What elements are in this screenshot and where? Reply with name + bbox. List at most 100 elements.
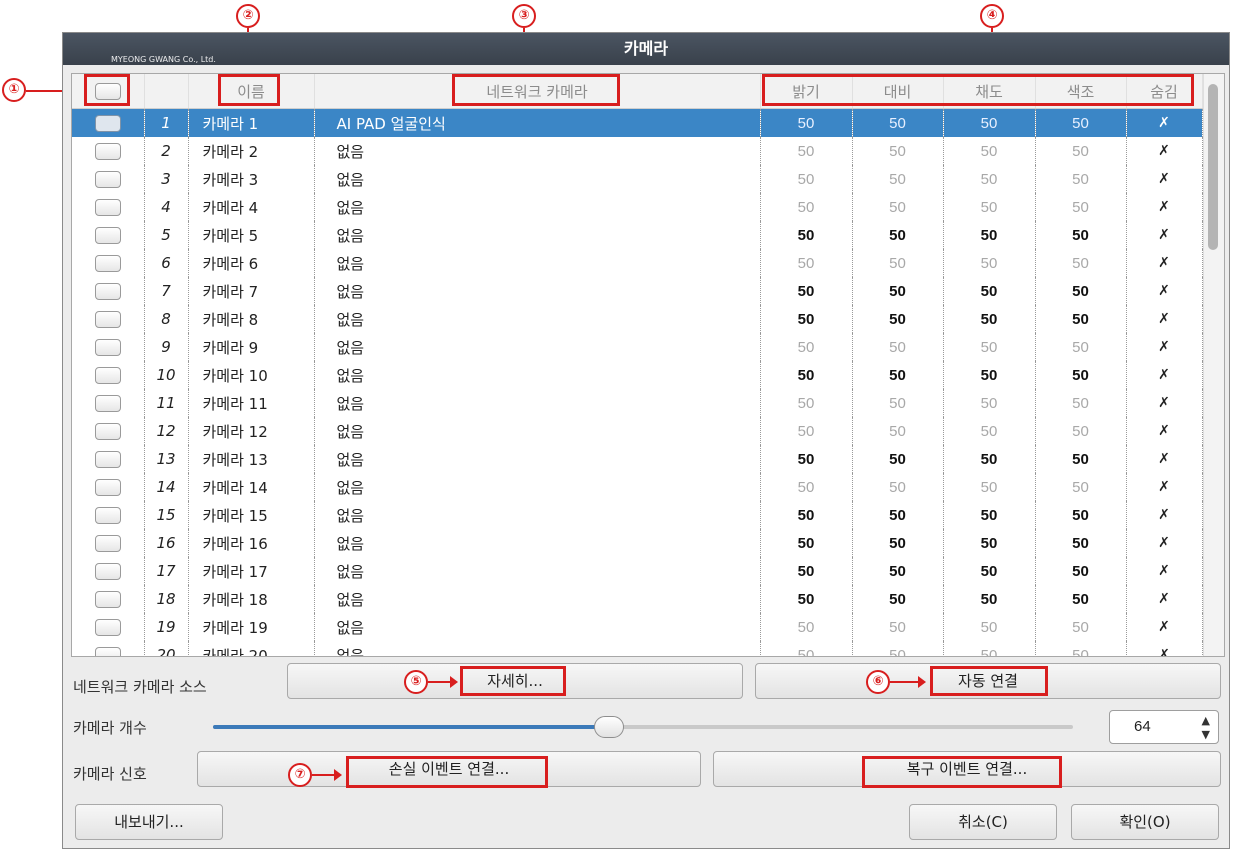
- row-checkbox-cell[interactable]: [72, 361, 145, 389]
- network-camera[interactable]: 없음: [314, 221, 761, 249]
- network-camera[interactable]: 없음: [314, 445, 761, 473]
- camera-count-slider-handle[interactable]: [594, 716, 624, 738]
- row-checkbox[interactable]: [94, 619, 121, 636]
- network-camera[interactable]: 없음: [314, 165, 761, 193]
- hidden-toggle-icon[interactable]: ✗: [1126, 501, 1203, 529]
- network-camera[interactable]: 없음: [314, 501, 761, 529]
- hue-value[interactable]: 50: [1035, 277, 1127, 305]
- camera-name[interactable]: 카메라 8: [188, 305, 315, 333]
- network-camera[interactable]: 없음: [314, 277, 761, 305]
- hidden-toggle-icon[interactable]: ✗: [1126, 165, 1203, 193]
- row-checkbox[interactable]: [94, 115, 121, 132]
- table-row[interactable]: 5 카메라 5 없음 50 50 50 50 ✗: [72, 221, 1203, 249]
- contrast-value[interactable]: 50: [852, 137, 944, 165]
- camera-name[interactable]: 카메라 16: [188, 529, 315, 557]
- restore-event-button[interactable]: 복구 이벤트 연결...: [713, 751, 1221, 787]
- row-checkbox[interactable]: [94, 507, 121, 524]
- table-row[interactable]: 16 카메라 16 없음 50 50 50 50 ✗: [72, 529, 1203, 557]
- hue-value[interactable]: 50: [1035, 613, 1127, 641]
- saturation-value[interactable]: 50: [943, 305, 1036, 333]
- hue-value[interactable]: 50: [1035, 221, 1127, 249]
- table-row[interactable]: 9 카메라 9 없음 50 50 50 50 ✗: [72, 333, 1203, 361]
- hue-value[interactable]: 50: [1035, 641, 1127, 656]
- hue-value[interactable]: 50: [1035, 473, 1127, 501]
- row-checkbox[interactable]: [94, 395, 121, 412]
- saturation-value[interactable]: 50: [943, 641, 1036, 656]
- row-checkbox[interactable]: [94, 647, 121, 656]
- table-row[interactable]: 13 카메라 13 없음 50 50 50 50 ✗: [72, 445, 1203, 473]
- camera-name[interactable]: 카메라 3: [188, 165, 315, 193]
- hidden-toggle-icon[interactable]: ✗: [1126, 641, 1203, 656]
- hidden-toggle-icon[interactable]: ✗: [1126, 417, 1203, 445]
- table-row[interactable]: 19 카메라 19 없음 50 50 50 50 ✗: [72, 613, 1203, 641]
- saturation-value[interactable]: 50: [943, 389, 1036, 417]
- network-camera[interactable]: 없음: [314, 361, 761, 389]
- cancel-button[interactable]: 취소(C): [909, 804, 1057, 840]
- hue-value[interactable]: 50: [1035, 417, 1127, 445]
- saturation-value[interactable]: 50: [943, 417, 1036, 445]
- hue-value[interactable]: 50: [1035, 445, 1127, 473]
- hue-value[interactable]: 50: [1035, 557, 1127, 585]
- brightness-value[interactable]: 50: [760, 557, 853, 585]
- network-camera[interactable]: 없음: [314, 137, 761, 165]
- hidden-toggle-icon[interactable]: ✗: [1126, 361, 1203, 389]
- hue-value[interactable]: 50: [1035, 361, 1127, 389]
- brightness-value[interactable]: 50: [760, 108, 853, 137]
- camera-name[interactable]: 카메라 5: [188, 221, 315, 249]
- brightness-value[interactable]: 50: [760, 641, 853, 656]
- row-checkbox-cell[interactable]: [72, 585, 145, 613]
- loss-event-button[interactable]: 손실 이벤트 연결...: [197, 751, 701, 787]
- network-camera[interactable]: 없음: [314, 417, 761, 445]
- hidden-toggle-icon[interactable]: ✗: [1126, 193, 1203, 221]
- row-checkbox[interactable]: [94, 563, 121, 580]
- hidden-toggle-icon[interactable]: ✗: [1126, 249, 1203, 277]
- camera-name[interactable]: 카메라 1: [188, 108, 315, 137]
- contrast-header[interactable]: 대비: [852, 74, 944, 109]
- brightness-value[interactable]: 50: [760, 277, 853, 305]
- table-row[interactable]: 15 카메라 15 없음 50 50 50 50 ✗: [72, 501, 1203, 529]
- spin-up-icon[interactable]: ▲: [1202, 715, 1210, 726]
- row-checkbox-cell[interactable]: [72, 641, 145, 656]
- hidden-toggle-icon[interactable]: ✗: [1126, 389, 1203, 417]
- row-checkbox-cell[interactable]: [72, 165, 145, 193]
- camera-name[interactable]: 카메라 12: [188, 417, 315, 445]
- brightness-value[interactable]: 50: [760, 501, 853, 529]
- saturation-value[interactable]: 50: [943, 249, 1036, 277]
- hue-value[interactable]: 50: [1035, 333, 1127, 361]
- camera-count-spinbox[interactable]: 64 ▲ ▼: [1109, 710, 1219, 744]
- contrast-value[interactable]: 50: [852, 361, 944, 389]
- table-row[interactable]: 18 카메라 18 없음 50 50 50 50 ✗: [72, 585, 1203, 613]
- saturation-value[interactable]: 50: [943, 221, 1036, 249]
- row-checkbox-cell[interactable]: [72, 193, 145, 221]
- table-row[interactable]: 20 카메라 20 없음 50 50 50 50 ✗: [72, 641, 1203, 656]
- row-checkbox[interactable]: [94, 199, 121, 216]
- table-row[interactable]: 8 카메라 8 없음 50 50 50 50 ✗: [72, 305, 1203, 333]
- saturation-value[interactable]: 50: [943, 557, 1036, 585]
- contrast-value[interactable]: 50: [852, 389, 944, 417]
- hidden-toggle-icon[interactable]: ✗: [1126, 613, 1203, 641]
- contrast-value[interactable]: 50: [852, 417, 944, 445]
- camera-name[interactable]: 카메라 20: [188, 641, 315, 656]
- brightness-value[interactable]: 50: [760, 165, 853, 193]
- table-row[interactable]: 17 카메라 17 없음 50 50 50 50 ✗: [72, 557, 1203, 585]
- saturation-value[interactable]: 50: [943, 333, 1036, 361]
- table-row[interactable]: 1 카메라 1 AI PAD 얼굴인식 50 50 50 50 ✗: [72, 108, 1203, 137]
- export-button[interactable]: 내보내기...: [75, 804, 223, 840]
- select-all-checkbox[interactable]: [94, 83, 121, 100]
- contrast-value[interactable]: 50: [852, 108, 944, 137]
- table-row[interactable]: 14 카메라 14 없음 50 50 50 50 ✗: [72, 473, 1203, 501]
- table-row[interactable]: 7 카메라 7 없음 50 50 50 50 ✗: [72, 277, 1203, 305]
- hue-value[interactable]: 50: [1035, 165, 1127, 193]
- row-checkbox-cell[interactable]: [72, 221, 145, 249]
- hidden-toggle-icon[interactable]: ✗: [1126, 108, 1203, 137]
- row-checkbox-cell[interactable]: [72, 389, 145, 417]
- brightness-value[interactable]: 50: [760, 221, 853, 249]
- table-row[interactable]: 10 카메라 10 없음 50 50 50 50 ✗: [72, 361, 1203, 389]
- brightness-header[interactable]: 밝기: [760, 74, 853, 109]
- row-checkbox-cell[interactable]: [72, 277, 145, 305]
- row-checkbox-cell[interactable]: [72, 613, 145, 641]
- brightness-value[interactable]: 50: [760, 445, 853, 473]
- network-camera[interactable]: 없음: [314, 333, 761, 361]
- row-checkbox[interactable]: [94, 339, 121, 356]
- hue-value[interactable]: 50: [1035, 249, 1127, 277]
